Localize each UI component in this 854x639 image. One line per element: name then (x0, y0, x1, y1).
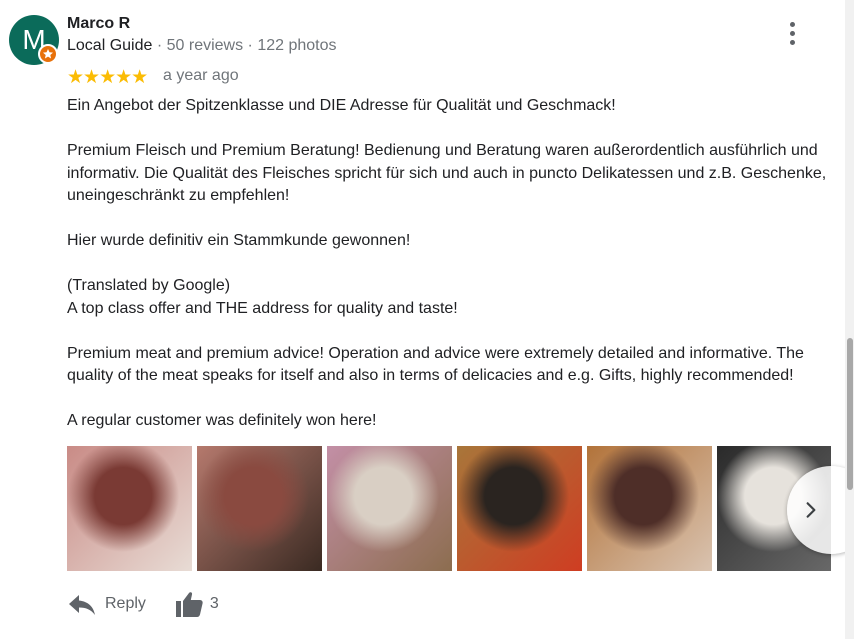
review-time: a year ago (163, 67, 239, 84)
review-count: · 50 reviews (156, 37, 244, 54)
photo-steak-2[interactable] (197, 446, 322, 571)
photo-count: · 122 photos (247, 37, 337, 54)
photo-gift-boxes[interactable] (327, 446, 452, 571)
reply-button[interactable]: Reply (105, 595, 146, 613)
review-paragraph: Premium Fleisch und Premium Beratung! Be… (67, 142, 827, 204)
review-paragraph: Hier wurde definitiv ein Stammkunde gewo… (67, 232, 411, 249)
scrollbar-track[interactable] (845, 0, 854, 639)
more-options-icon[interactable] (780, 20, 804, 46)
photo-strip (67, 446, 831, 571)
photo-jar[interactable] (457, 446, 582, 571)
review-paragraph: A regular customer was definitely won he… (67, 412, 377, 429)
thumbs-up-icon[interactable] (174, 590, 204, 618)
review-text: Ein Angebot der Spitzenklasse und DIE Ad… (67, 95, 835, 455)
local-guide-badge-icon (38, 44, 58, 64)
photo-steak-1[interactable] (67, 446, 192, 571)
reply-icon[interactable] (67, 591, 97, 617)
review-paragraph: (Translated by Google) A top class offer… (67, 277, 458, 317)
reviewer-meta: Local Guide · 50 reviews · 122 photos (67, 37, 337, 55)
local-guide-label: Local Guide (67, 37, 153, 54)
star-rating: ★★★★★ (67, 67, 148, 88)
chevron-right-icon (806, 502, 816, 518)
review-actions: Reply 3 (67, 588, 219, 620)
review-paragraph: Ein Angebot der Spitzenklasse und DIE Ad… (67, 97, 616, 114)
like-count: 3 (209, 595, 219, 612)
scrollbar-thumb[interactable] (847, 338, 853, 490)
reviewer-name[interactable]: Marco R (67, 15, 130, 33)
review-paragraph: Premium meat and premium advice! Operati… (67, 344, 804, 385)
photo-bottles[interactable] (587, 446, 712, 571)
